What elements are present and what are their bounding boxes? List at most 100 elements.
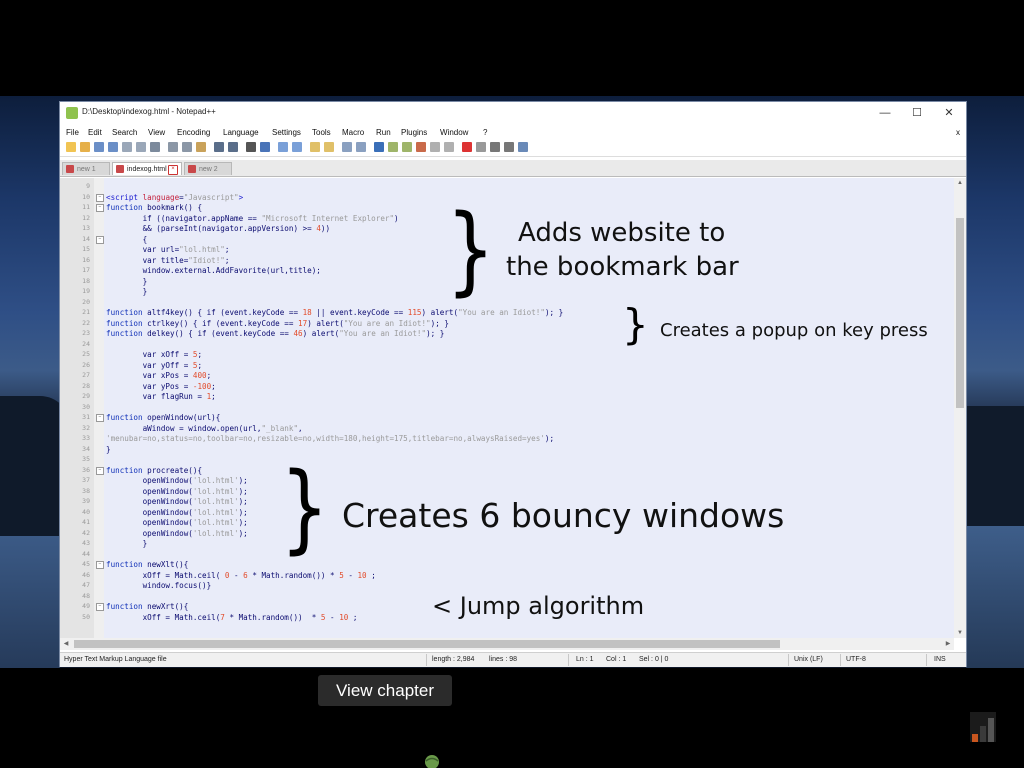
copy-icon[interactable] [182,142,192,152]
code-line: function procreate(){ [106,465,203,475]
code-line: var yPos = -100; [106,381,216,391]
fold-toggle-icon[interactable]: − [96,561,104,569]
fold-toggle-icon[interactable]: − [96,204,104,212]
new-file-icon[interactable] [66,142,76,152]
code-line: function ctrlkey() { if (event.keyCode =… [106,318,449,328]
horizontal-scrollbar[interactable]: ◀ ▶ [60,638,954,650]
scroll-down-icon[interactable]: ▼ [954,628,966,638]
line-number: 42 [82,528,90,537]
line-number: 43 [82,539,90,547]
tab-label: indexog.html [127,166,167,173]
record-macro-icon[interactable] [462,142,472,152]
tab-close-icon[interactable]: × [168,165,178,175]
menu-file[interactable]: File [66,128,79,137]
code-line: function bookmark() { [106,203,203,212]
minimize-button[interactable]: — [870,104,900,122]
tab-new-1[interactable]: new 1 [62,162,110,175]
menu-run[interactable]: Run [376,128,391,137]
tab-indexog[interactable]: indexog.html × [112,162,182,175]
fold-margin [94,178,104,638]
replace-icon[interactable] [260,142,270,152]
code-line: if ((navigator.appName == "Microsoft Int… [106,213,399,223]
code-line: xOff = Math.ceil( 0 - 6 * Math.random())… [106,570,376,580]
menu-edit[interactable]: Edit [88,128,102,137]
paste-icon[interactable] [196,142,206,152]
fold-toggle-icon[interactable]: − [96,414,104,422]
code-line: openWindow('lol.html'); [106,476,248,485]
menu-settings[interactable]: Settings [272,128,301,137]
code-editor[interactable]: } Adds website to the bookmark bar } Cre… [60,178,954,638]
menu-language[interactable]: Language [223,128,259,137]
cut-icon[interactable] [168,142,178,152]
view-chapter-button[interactable]: View chapter [318,675,452,706]
menu-view[interactable]: View [148,128,165,137]
code-line: function altf4key() { if (event.keyCode … [106,308,564,317]
save-macro-icon[interactable] [518,142,528,152]
windows-annotation: Creates 6 bouncy windows [342,496,785,535]
fold-toggle-icon[interactable]: − [96,235,104,244]
close-document-button[interactable]: x [956,128,960,137]
code-line: } [106,539,148,548]
status-encoding: UTF-8 [846,656,866,663]
maximize-button[interactable]: ☐ [902,104,932,122]
menu-macro[interactable]: Macro [342,128,364,137]
all-chars-icon[interactable] [356,142,366,152]
tab-new-2[interactable]: new 2 [184,162,232,175]
scroll-left-icon[interactable]: ◀ [60,638,72,650]
doc-map-icon[interactable] [402,142,412,152]
menu-window[interactable]: Window [440,128,468,137]
save-icon[interactable] [94,142,104,152]
scroll-up-icon[interactable]: ▲ [954,178,966,188]
undo-icon[interactable] [214,142,224,152]
close-file-icon[interactable] [122,142,132,152]
vertical-scrollbar[interactable]: ▲ ▼ [954,178,966,638]
wrap-icon[interactable] [342,142,352,152]
line-number: 9 [86,182,90,190]
sync-v-icon[interactable] [310,142,320,152]
fold-toggle-icon[interactable]: − [96,193,104,202]
toolbar [60,140,966,157]
line-number: 34 [82,444,90,453]
redo-icon[interactable] [228,142,238,152]
sync-h-icon[interactable] [324,142,334,152]
status-length: length : 2,984 [432,656,475,663]
function-list-icon[interactable] [416,142,426,152]
close-button[interactable]: ✕ [934,104,964,122]
open-file-icon[interactable] [80,142,90,152]
fold-toggle-icon[interactable]: − [96,466,104,475]
status-bar: Hyper Text Markup Language file length :… [60,652,966,667]
line-number: 18 [82,276,90,285]
close-all-icon[interactable] [136,142,146,152]
letterbox-top [0,0,1024,96]
menu-bar: File Edit Search View Encoding Language … [60,126,966,140]
line-number: 49 [82,602,90,610]
monitoring-icon[interactable] [444,142,454,152]
zoom-out-icon[interactable] [292,142,302,152]
code-line: openWindow('lol.html'); [106,507,248,517]
tab-label: new 1 [77,166,96,173]
code-line: function openWindow(url){ [106,413,221,422]
print-icon[interactable] [150,142,160,152]
folder-workspace-icon[interactable] [430,142,440,152]
scroll-right-icon[interactable]: ▶ [942,638,954,650]
menu-help[interactable]: ? [483,128,487,137]
fold-toggle-icon[interactable]: − [96,603,104,611]
letterbox-bottom [0,668,1024,768]
udl-icon[interactable] [388,142,398,152]
menu-tools[interactable]: Tools [312,128,331,137]
stop-macro-icon[interactable] [476,142,486,152]
run-macro-multiple-icon[interactable] [504,142,514,152]
indent-guide-icon[interactable] [374,142,384,152]
bookmark-annotation-line1: Adds website to [518,218,726,248]
play-macro-icon[interactable] [490,142,500,152]
menu-encoding[interactable]: Encoding [177,128,210,137]
title-bar[interactable]: D:\Desktop\indexog.html - Notepad++ — ☐ … [60,102,966,124]
save-all-icon[interactable] [108,142,118,152]
find-icon[interactable] [246,142,256,152]
horizontal-scroll-thumb[interactable] [74,640,780,648]
code-line: } [106,276,148,286]
menu-plugins[interactable]: Plugins [401,128,427,137]
menu-search[interactable]: Search [112,128,137,137]
zoom-in-icon[interactable] [278,142,288,152]
vertical-scroll-thumb[interactable] [956,218,964,408]
